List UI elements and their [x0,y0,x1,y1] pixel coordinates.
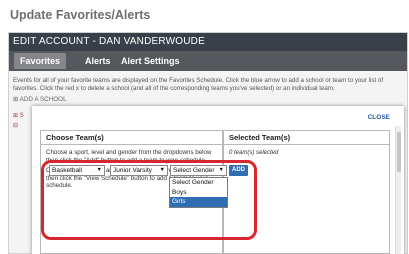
highlight-annotation [41,160,257,240]
scrollbar-thumb[interactable] [397,132,401,172]
tab-alerts[interactable]: Alerts [85,53,111,69]
tab-bar: Favorites Alerts Alert Settings [9,51,407,71]
school-row-fragment: ⊞ S [13,113,24,119]
page-heading: Update Favorites/Alerts [10,8,151,22]
selected-count: 0 team(s) selected [229,150,279,156]
school-row-fragment-2: ⊟ [13,123,19,129]
close-button[interactable]: CLOSE [368,114,390,121]
add-school-link[interactable]: ⊞ ADD A SCHOOL [13,96,67,103]
selected-team-header: Selected Team(s) [224,131,389,145]
account-title-bar: EDIT ACCOUNT - DAN VANDERWOUDE [9,33,407,51]
tab-favorites[interactable]: Favorites [14,53,67,69]
modal-scrollbar[interactable] [395,126,401,254]
tab-alert-settings[interactable]: Alert Settings [121,53,180,69]
favorites-info-text: Events for all of your favorite teams ar… [13,77,384,92]
choose-team-header: Choose Team(s) [41,131,222,145]
